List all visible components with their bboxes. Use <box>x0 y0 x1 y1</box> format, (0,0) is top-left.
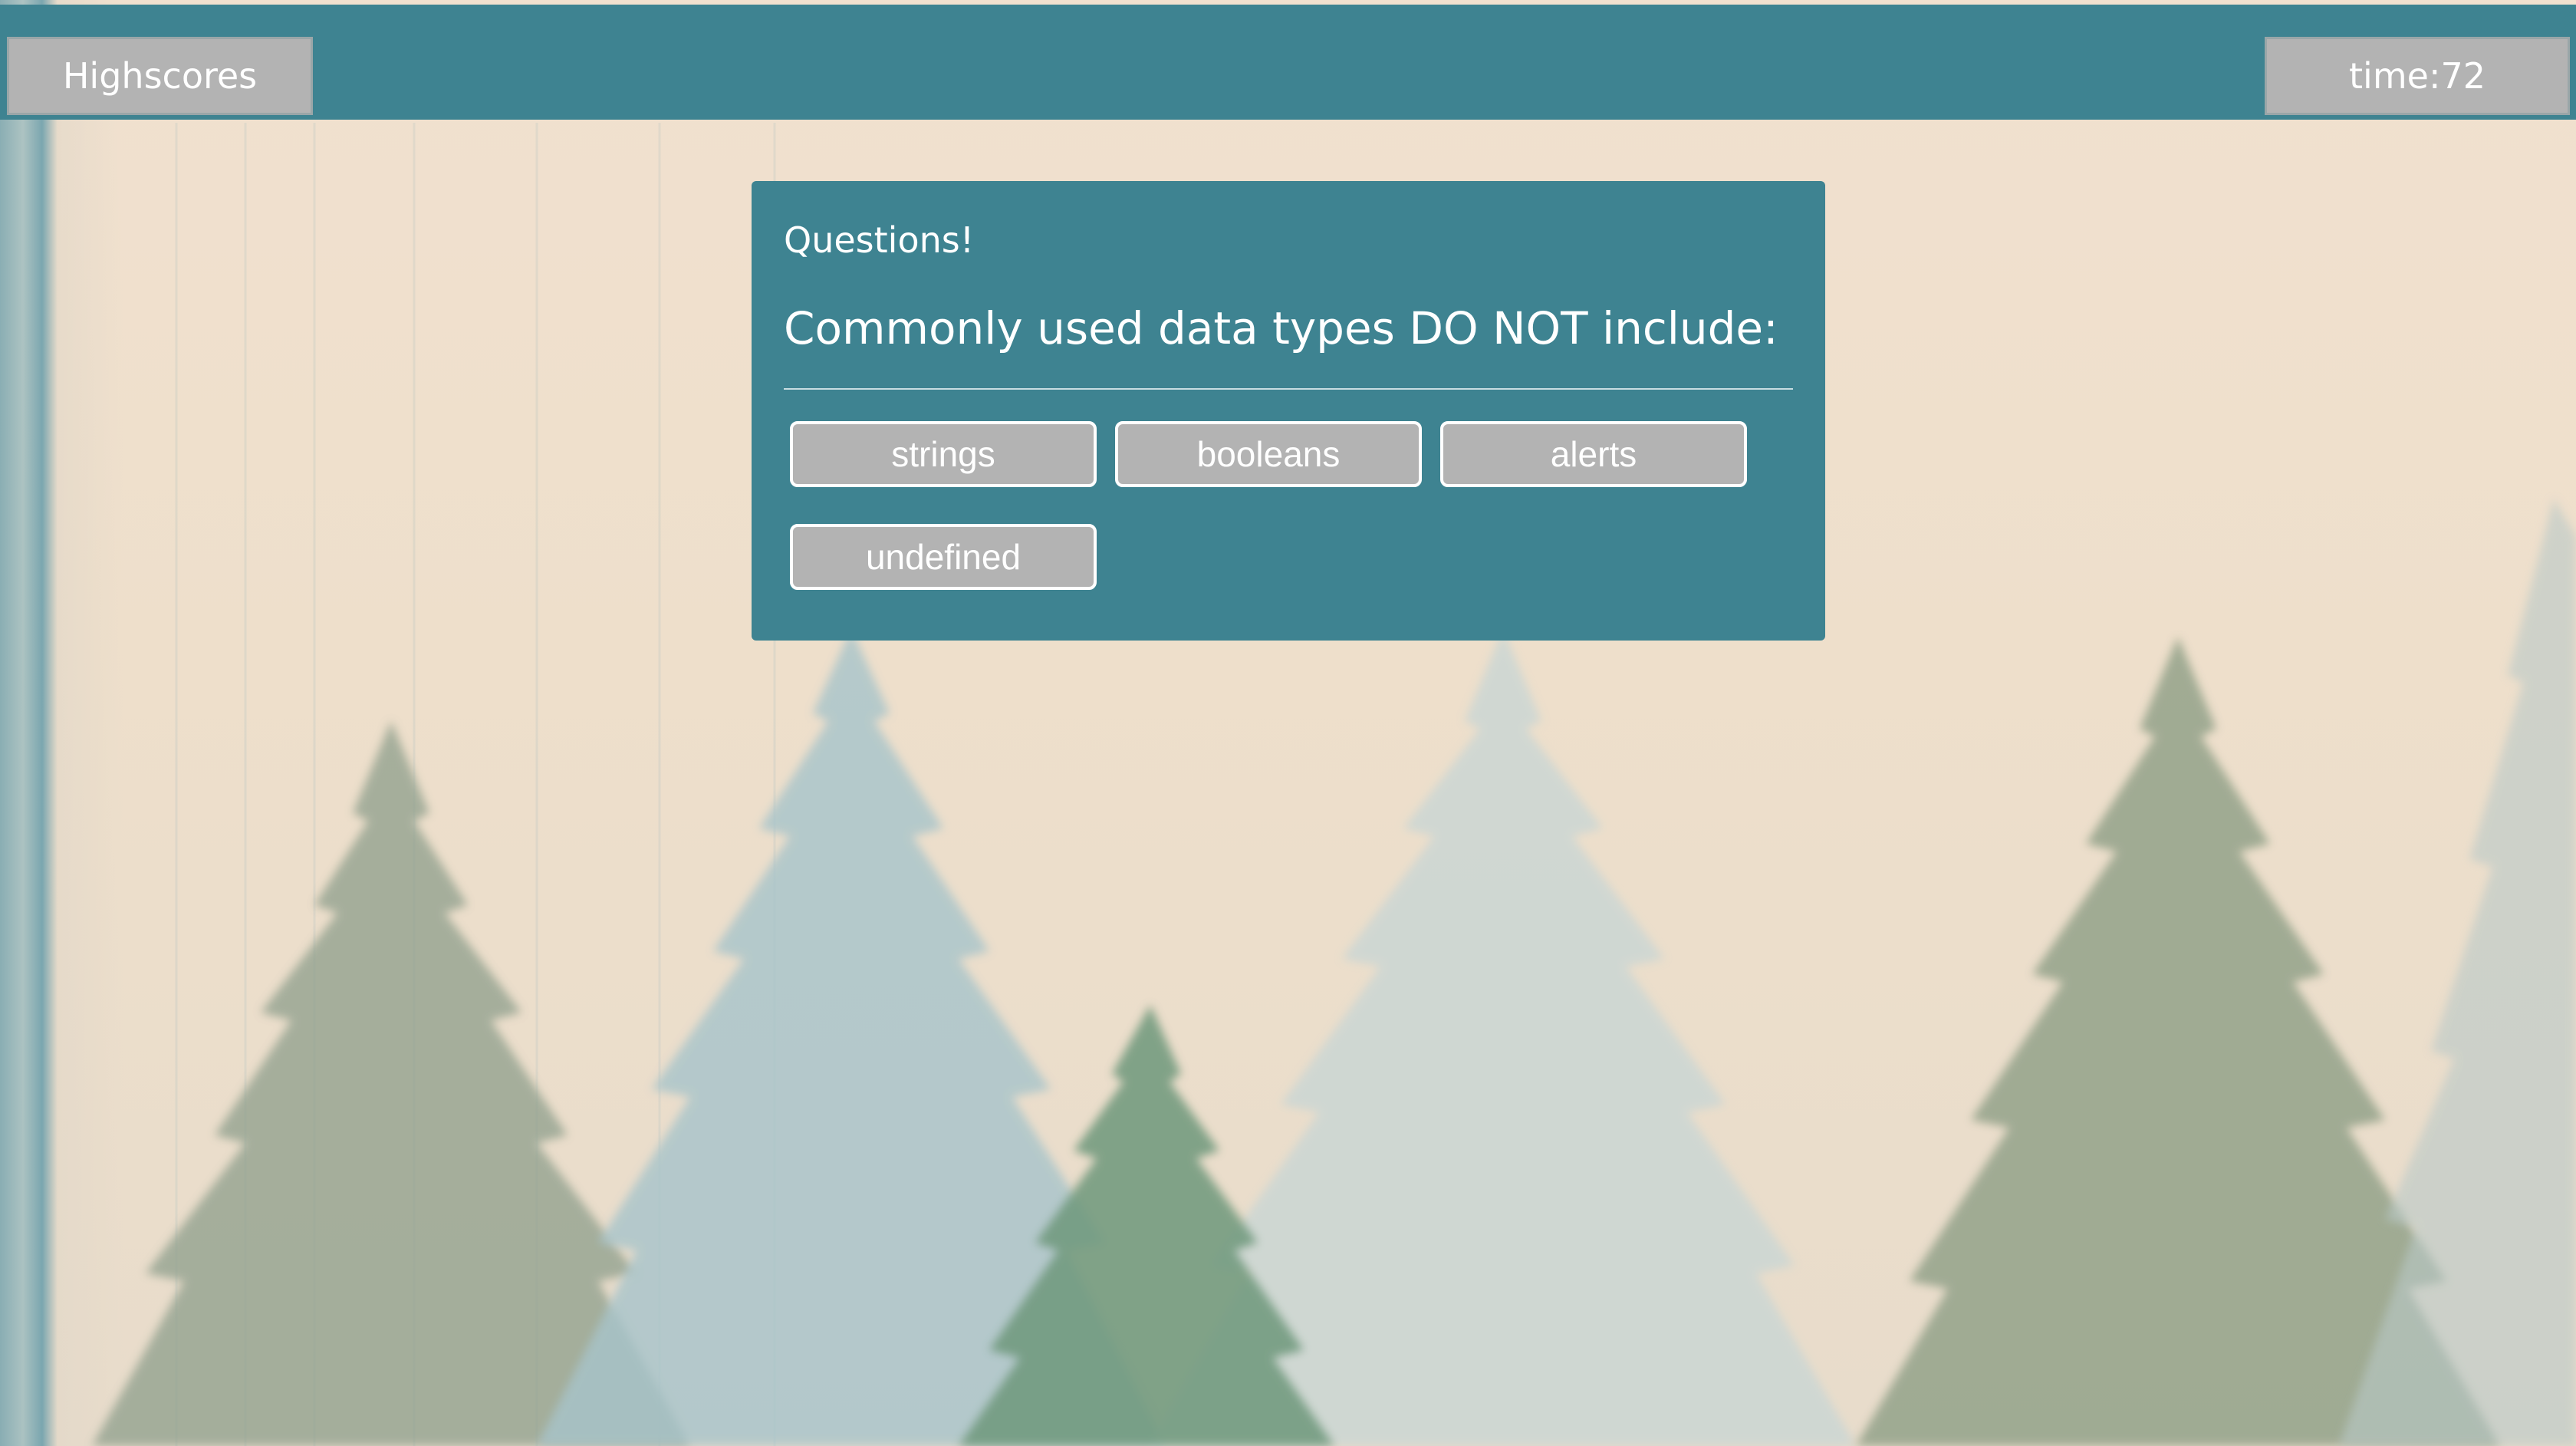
highscores-button[interactable]: Highscores <box>7 37 313 115</box>
question-divider <box>784 388 1793 390</box>
top-header: Highscores time:72 <box>0 5 2576 120</box>
timer-display: time:72 <box>2265 37 2570 115</box>
answer-button-strings[interactable]: strings <box>790 421 1097 487</box>
answer-button-booleans[interactable]: booleans <box>1115 421 1422 487</box>
question-text: Commonly used data types DO NOT include: <box>784 302 1778 354</box>
answer-button-alerts[interactable]: alerts <box>1440 421 1747 487</box>
quiz-card: Questions! Commonly used data types DO N… <box>752 181 1825 641</box>
answer-button-undefined[interactable]: undefined <box>790 524 1097 590</box>
quiz-heading: Questions! <box>784 219 975 261</box>
